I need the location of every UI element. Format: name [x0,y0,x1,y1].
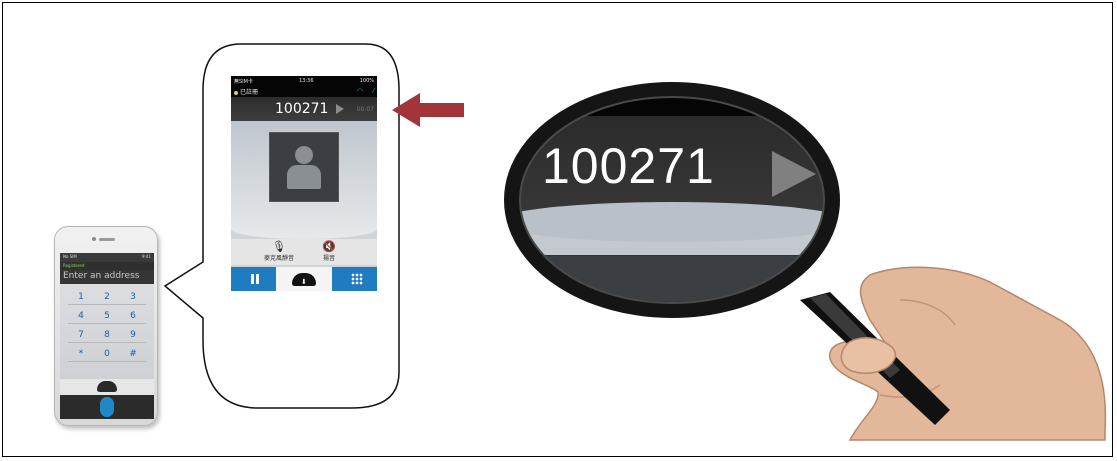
magnifying-glass-icon [500,82,1107,441]
